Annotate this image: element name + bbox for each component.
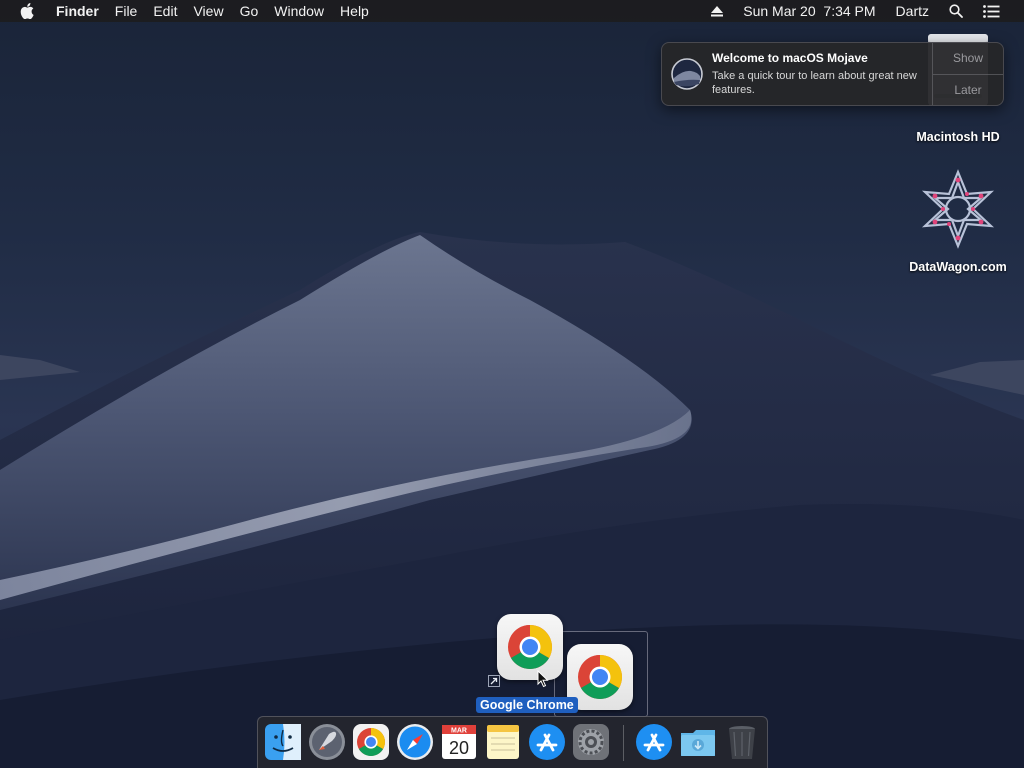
downloads-folder-icon [681,730,715,756]
applications-stack-icon [636,724,672,760]
notification-show-button[interactable]: Show [933,43,1003,74]
notes-icon [487,725,519,759]
dock-separator [623,725,624,761]
dock-item-downloads[interactable] [678,722,718,762]
apple-icon [20,3,34,19]
notification-app-icon [662,43,712,105]
dock-item-system-preferences[interactable] [571,722,611,762]
datawagon-icon [921,169,995,249]
dock-item-chrome[interactable] [351,722,391,762]
notification-body: Take a quick tour to learn about great n… [712,70,917,96]
app-store-icon [529,724,565,760]
menu-file[interactable]: File [107,0,146,22]
app-name-menu[interactable]: Finder [48,0,107,22]
calendar-day: 20 [449,738,469,758]
dock-item-launchpad[interactable] [307,722,347,762]
dock-item-safari[interactable] [395,722,435,762]
dock: MAR 20 [257,716,768,768]
menu-edit[interactable]: Edit [145,0,185,22]
chrome-icon [508,625,552,669]
chrome-icon [578,655,622,699]
spotlight-button[interactable] [939,0,973,22]
calendar-icon: MAR 20 [442,725,476,759]
launchpad-icon [309,724,345,760]
notification-banner[interactable]: Welcome to macOS Mojave Take a quick tou… [661,42,1004,106]
menu-bar: Finder File Edit View Go Window Help Sun… [0,0,1024,22]
menu-bar-status-area: Sun Mar 20 7:34 PM Dartz [701,0,1024,22]
dock-item-calendar[interactable]: MAR 20 [439,722,479,762]
mojave-icon [671,58,703,90]
notification-center-button[interactable] [973,0,1010,22]
dock-item-app-store[interactable] [527,722,567,762]
spotlight-icon [949,4,963,18]
desktop-icon-label: DataWagon.com [909,260,1007,274]
drag-label: Google Chrome [476,697,578,713]
mouse-cursor-icon [537,670,549,688]
menu-window[interactable]: Window [266,0,332,22]
user-menu[interactable]: Dartz [886,0,939,22]
eject-menu-button[interactable] [701,0,733,22]
menu-help[interactable]: Help [332,0,377,22]
dock-item-notes[interactable] [483,722,523,762]
alias-arrow-icon [488,675,500,687]
safari-icon [397,724,433,760]
apple-menu-button[interactable] [0,0,48,22]
clock[interactable]: Sun Mar 20 7:34 PM [733,0,885,22]
calendar-month: MAR [451,728,467,735]
chrome-dragged-icon[interactable] [497,614,563,680]
desktop: Finder File Edit View Go Window Help Sun… [0,0,1024,768]
dock-item-applications[interactable] [634,722,674,762]
dock-item-finder[interactable] [263,722,303,762]
eject-icon [711,5,724,16]
dock-item-trash[interactable] [722,722,762,762]
notification-title: Welcome to macOS Mojave [712,51,868,65]
menu-view[interactable]: View [185,0,231,22]
desktop-icon-datawagon[interactable]: DataWagon.com [902,166,1014,274]
notification-center-icon [983,4,1000,18]
chrome-icon [353,724,389,760]
gear-icon [573,724,609,760]
menu-go[interactable]: Go [232,0,267,22]
finder-icon [265,724,301,760]
notification-later-button[interactable]: Later [933,73,1003,106]
desktop-icon-label: Macintosh HD [916,130,1000,144]
trash-icon [729,726,755,759]
